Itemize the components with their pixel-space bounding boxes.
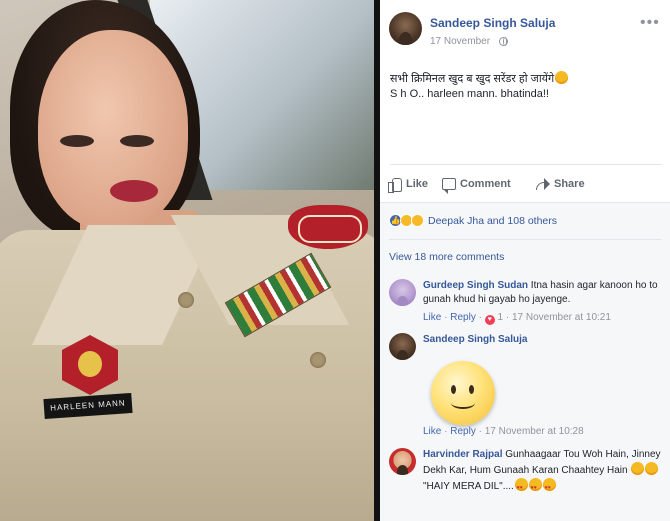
comment-meta: Like · Reply · 17 November at 10:28 (423, 426, 584, 437)
smiley-sticker (431, 361, 495, 425)
sticker-mouth (451, 397, 475, 409)
post-actions: Like Comment Share (388, 174, 668, 194)
commenter-name[interactable]: Sandeep Singh Saluja (423, 334, 527, 345)
post-text-hindi: सभी क्रिमिनल खुद ब खुद सरेंडर हो जायेंगे (390, 73, 555, 85)
comment-label: Comment (460, 178, 511, 190)
facebook-post: Sandeep Singh Saluja 17 November ••• सभी… (380, 0, 670, 521)
reaction-count: 1 (497, 312, 504, 323)
comment: Sandeep Singh Saluja Like · Reply · 17 N… (389, 333, 667, 443)
more-icon[interactable]: ••• (640, 14, 660, 32)
comment-body: Gurdeep Singh Sudan Itna hasin agar kano… (423, 279, 663, 307)
share-icon (536, 178, 550, 190)
like-button[interactable]: Like (388, 174, 428, 194)
confused-emoji (631, 462, 645, 475)
heart-eyes-emoji (514, 478, 528, 491)
comments-panel: 👍 Deepak Jha and 108 others View 18 more… (380, 202, 670, 521)
comment-reply-link[interactable]: Reply (450, 312, 476, 323)
commenter-avatar[interactable] (389, 279, 416, 306)
comment-icon (442, 178, 456, 194)
author-name[interactable]: Sandeep Singh Saluja (430, 16, 555, 30)
lips (110, 180, 158, 202)
reactions-text: Deepak Jha and 108 others (428, 214, 558, 227)
post-date[interactable]: 17 November (430, 36, 490, 47)
commenter-name[interactable]: Gurdeep Singh Sudan (423, 280, 528, 291)
comment-like-link[interactable]: Like (423, 312, 441, 323)
sticker-eye (451, 385, 456, 394)
separator (390, 164, 662, 165)
confused-emoji (645, 462, 659, 475)
left-eye (60, 135, 94, 147)
sticker-eye (469, 385, 474, 394)
separator (389, 239, 661, 240)
author-avatar[interactable] (389, 12, 422, 45)
share-label: Share (554, 178, 585, 190)
comment: Harvinder Rajpal Gunhaagaar Tou Woh Hain… (389, 448, 667, 521)
wow-reaction-icon (411, 214, 424, 227)
comment-reply-link[interactable]: Reply (450, 426, 476, 437)
comment-time[interactable]: 17 November at 10:21 (512, 312, 611, 323)
comment-time[interactable]: 17 November at 10:28 (485, 426, 584, 437)
uniform-button (310, 352, 326, 368)
uniform-button (178, 292, 194, 308)
face (38, 30, 188, 230)
comment-meta: Like · Reply · ♥ 1 · 17 November at 10:2… (423, 312, 611, 325)
view-more-comments-link[interactable]: View 18 more comments (389, 251, 504, 263)
heart-icon: ♥ (484, 315, 495, 325)
post-text-line-1: सभी क्रिमिनल खुद ब खुद सरेंडर हो जायेंगे (390, 71, 569, 86)
post-text-line-2: S h O.. harleen mann. bhatinda!! (390, 88, 549, 100)
like-label: Like (406, 178, 429, 190)
heart-eyes-emoji (528, 478, 542, 491)
reactions-summary[interactable]: 👍 Deepak Jha and 108 others (389, 214, 557, 227)
comment-body: Sandeep Singh Saluja (423, 333, 663, 347)
shoulder-patch (288, 205, 368, 249)
comment: Gurdeep Singh Sudan Itna hasin agar kano… (389, 279, 667, 329)
like-icon (388, 177, 402, 193)
post-date-text[interactable]: 17 November (430, 36, 490, 47)
laughing-emoji (555, 71, 569, 84)
globe-icon (499, 37, 508, 46)
comment-body: Harvinder Rajpal Gunhaagaar Tou Woh Hain… (423, 448, 663, 494)
right-eye (120, 135, 154, 147)
post-photo[interactable]: HARLEEN MANN (0, 0, 374, 521)
commenter-avatar[interactable] (389, 333, 416, 360)
comment-like-link[interactable]: Like (423, 426, 441, 437)
share-button[interactable]: Share (536, 174, 585, 194)
comment-text-2: "HAIY MERA DIL".... (423, 481, 514, 492)
commenter-name[interactable]: Harvinder Rajpal (423, 449, 502, 460)
commenter-avatar[interactable] (389, 448, 416, 475)
heart-eyes-emoji (542, 478, 556, 491)
